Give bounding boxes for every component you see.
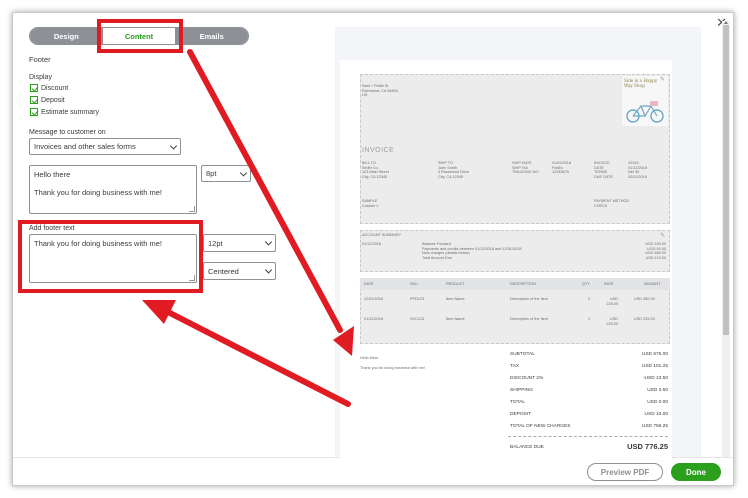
balance-due-label: BALANCE DUE [510,445,544,450]
row-2-product: Item Name [446,317,465,321]
invoice-fields-labels: INVOICE DATE TERMS DUE DATE [594,161,613,180]
discount-label: Discount [41,84,69,92]
col-rate: RATE [604,282,614,286]
resize-grip-icon[interactable] [189,206,195,212]
scrollbar-thumb[interactable] [723,25,729,335]
row-2-sku: SVC123 [410,317,425,321]
chevron-down-icon [264,266,273,274]
message-font-size-select[interactable]: 8pt [201,165,251,182]
row-1-qty: 2 [588,297,591,301]
edit-pencil-icon[interactable]: ✎ [660,232,665,239]
message-textarea[interactable]: Hello there Thank you for doing business… [29,165,197,214]
content-tab-highlight [97,19,183,53]
row-1-rate: USD 225.00 [606,297,618,306]
row-1-date: 12/01/2018 [364,297,384,301]
row-2-qty: 1 [588,317,591,321]
row-2-rate: USD 225.00 [606,317,618,326]
message-line-2: Thank you for doing business with me! [34,187,162,197]
chevron-down-icon [169,141,178,150]
footer-text-highlight [18,220,203,293]
message-line-1: Hello there [34,170,71,179]
invoice-fields-values: 12345 01/12/2018 Net 30 02/12/2018 [628,161,648,180]
bill-to-block: BILL TO Smith Co. 123 Main Street City, … [362,161,389,180]
ship-fields-values: 01/02/2018 FedEx 12345678 [552,161,572,175]
col-amount: AMOUNT [644,282,661,286]
bicycle-icon [626,101,664,123]
estimate-summary-checkbox[interactable]: Estimate summary [30,108,99,116]
totals-values: USD 675.00 USD 101.25 -USD 13.50 USD 3.5… [641,352,668,429]
balance-due-value: USD 776.25 [627,442,668,451]
discount-checkbox[interactable]: Discount [30,84,68,92]
section-title: Footer [29,55,51,64]
footer-font-size-value: 12pt [208,238,223,248]
payment-method-field: PAYMENT METHOD CHECK [594,199,630,208]
checkmark-icon [30,96,38,104]
footer-font-size-select[interactable]: 12pt [203,234,276,252]
message-form-value: Invoices and other sales forms [34,142,136,151]
preview-message: Hello there Thank you for doing business… [360,356,425,370]
col-description: DESCRIPTION [510,282,536,286]
estimate-summary-label: Estimate summary [41,108,99,116]
col-qty: QTY [582,282,590,286]
summary-label: ACCOUNT SUMMARY [362,233,402,237]
message-font-size-value: 8pt [206,169,217,178]
summary-lines: Balance Forward Payments and credits bet… [422,242,522,261]
row-2-date: 01/12/2018 [364,317,384,321]
display-heading: Display [29,74,52,81]
row-1-product: Item Name [446,297,465,301]
row-2-amount: USD 225.00 [634,317,655,321]
footer-alignment-value: Centered [208,266,239,276]
scrollbar[interactable] [722,21,730,461]
ship-fields-labels: SHIP DATE SHIP VIA TRACKING NO. [512,161,540,175]
checkmark-icon [30,84,38,92]
row-1-amount: USD 450.00 [634,297,655,301]
message-form-select[interactable]: Invoices and other sales forms [29,138,181,155]
tab-emails[interactable]: Emails [175,28,248,44]
message-heading: Message to customer on [29,129,106,136]
edit-pencil-icon[interactable]: ✎ [660,76,665,83]
deposit-checkbox[interactable]: Deposit [30,96,65,104]
invoice-document: Nani + Petite St Richmond, CA 94804 US S… [340,60,672,462]
row-1-sku: PPD123 [410,297,425,301]
done-button[interactable]: Done [671,463,721,481]
invoice-title: INVOICE [362,147,395,154]
summary-values: USD 100.00 -USD 40.00 USD 565.00 USD 115… [645,242,666,261]
company-logo: Side is a Happy Way Shop [622,76,668,126]
company-address: Nani + Petite St Richmond, CA 94804 US [362,84,398,98]
row-2-description: Description of the Item [510,317,548,321]
totals-labels: SUBTOTAL TAX DISCOUNT 2% SHIPPING TOTAL … [510,352,571,429]
col-product: PRODUCT [446,282,465,286]
totals-divider [508,436,668,437]
col-date: DATE [364,282,374,286]
deposit-label: Deposit [41,96,65,104]
ship-to-block: SHIP TO John Smith 3 Rosewood Drive City… [438,161,470,180]
footer-alignment-select[interactable]: Centered [203,262,276,280]
chevron-down-icon [239,168,248,177]
chevron-down-icon [264,238,273,246]
row-1-description: Description of the Item [510,297,548,301]
preview-pdf-button[interactable]: Preview PDF [587,463,663,481]
summary-date: 01/12/2018 [362,242,382,246]
scroll-up-icon[interactable] [724,21,728,24]
sample-field: SAMPLE Custom 1 [362,199,379,208]
tab-design[interactable]: Design [30,28,103,44]
col-sku: SKU [410,282,418,286]
checkmark-icon [30,108,38,116]
